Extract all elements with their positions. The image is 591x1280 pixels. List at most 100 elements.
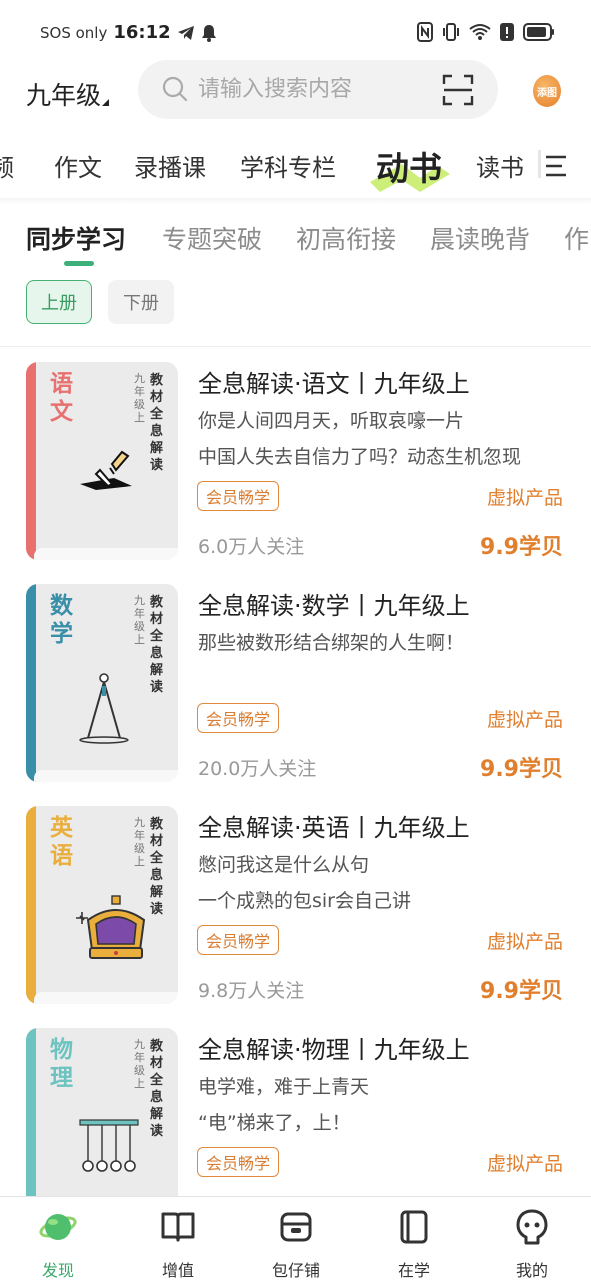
nav-item[interactable]: 增值 xyxy=(138,1203,218,1280)
shop-icon xyxy=(276,1207,316,1247)
crown-icon xyxy=(74,894,158,968)
product-description: 中国人失去自信力了吗？动态生机忽现 xyxy=(198,446,522,468)
member-badge: 会员畅学 xyxy=(197,1147,280,1177)
section-divider xyxy=(0,198,591,204)
clock: 16:12 xyxy=(113,22,171,43)
product-description: “电”梯来了，上！ xyxy=(198,1112,351,1134)
cover-series-text: 教材全息解读 xyxy=(150,1039,164,1139)
cover-subject: 数学 xyxy=(50,593,73,647)
alert-icon xyxy=(500,23,514,41)
category-tab[interactable]: 作文 xyxy=(54,148,102,183)
nfc-icon xyxy=(417,22,433,42)
header: 九年级 添图 xyxy=(0,60,591,120)
product-description: 电学难，难于上青天 xyxy=(198,1076,370,1098)
product-cover[interactable]: 数学 九年级上 教材全息解读 xyxy=(26,584,178,782)
cover-stripe xyxy=(26,362,36,560)
sub-tabs: 同步学习 专题突破 初高衔接 晨读晚背作 xyxy=(0,218,591,264)
cover-grade-text: 九年级上 xyxy=(134,372,145,424)
vibrate-icon xyxy=(443,23,459,41)
product-title: 全息解读·语文丨九年级上 xyxy=(198,370,470,398)
product-price: 9.9学贝 xyxy=(480,757,563,782)
product-price: 9.9学贝 xyxy=(480,979,563,1004)
nav-item[interactable]: 包仔铺 xyxy=(256,1203,336,1280)
menu-icon xyxy=(546,155,566,177)
book-icon xyxy=(158,1207,198,1247)
product-title: 全息解读·英语丨九年级上 xyxy=(198,814,470,842)
category-tab[interactable]: 录播课 xyxy=(134,148,206,183)
category-tab[interactable]: 频 xyxy=(0,148,14,183)
product-title: 全息解读·物理丨九年级上 xyxy=(198,1036,470,1064)
list-divider xyxy=(0,346,591,347)
search-icon xyxy=(162,76,188,102)
avatar[interactable]: 添图 xyxy=(533,75,561,107)
nav-label: 在学 xyxy=(397,1261,430,1280)
product-type: 虚拟产品 xyxy=(486,931,563,953)
member-badge: 会员畅学 xyxy=(197,481,280,511)
category-tab[interactable]: 动书 xyxy=(376,142,442,190)
product-type: 虚拟产品 xyxy=(486,709,563,731)
follower-count: 9.8万人关注 xyxy=(198,980,305,1002)
cover-stripe xyxy=(26,806,36,1004)
member-badge: 会员畅学 xyxy=(197,925,280,955)
volume-up-button[interactable]: 上册 xyxy=(26,280,92,324)
scan-icon[interactable] xyxy=(442,74,474,106)
cover-page-edge xyxy=(34,992,178,1004)
sub-tab[interactable]: 专题突破 xyxy=(162,220,262,256)
search-bar[interactable] xyxy=(138,60,498,119)
product-description: 你是人间四月天，听取哀嚎一片 xyxy=(198,410,465,432)
product-description: 一个成熟的包sir会自己讲 xyxy=(198,890,411,912)
nav-label: 发现 xyxy=(41,1261,74,1280)
sub-tab[interactable]: 晨读晚背 xyxy=(430,220,530,256)
cover-grade-text: 九年级上 xyxy=(134,816,145,868)
bottom-nav: 发现 增值 包仔铺 在学 我的 xyxy=(0,1196,591,1280)
category-tabs: 频 作文 录播课 学科专栏 动书 读书 xyxy=(0,140,591,192)
telegram-icon xyxy=(177,25,194,40)
notification-bell-icon xyxy=(201,24,216,42)
cover-subject: 物理 xyxy=(50,1037,73,1091)
follower-count: 6.0万人关注 xyxy=(198,536,305,558)
nav-label: 我的 xyxy=(515,1261,548,1280)
cover-series-text: 教材全息解读 xyxy=(150,373,164,473)
follower-count: 20.0万人关注 xyxy=(198,758,317,780)
grade-selector[interactable]: 九年级 xyxy=(26,76,110,112)
cover-grade-text: 九年级上 xyxy=(134,1038,145,1090)
member-badge: 会员畅学 xyxy=(197,703,280,733)
product-cover[interactable]: 英语 九年级上 教材全息解读 xyxy=(26,806,178,1004)
category-tab[interactable]: 学科专栏 xyxy=(240,148,336,183)
product-type: 虚拟产品 xyxy=(486,1153,563,1175)
cover-grade-text: 九年级上 xyxy=(134,594,145,646)
cover-subject: 语文 xyxy=(50,371,73,425)
nav-label: 包仔铺 xyxy=(271,1261,320,1280)
status-bar: SOS only 16:12 xyxy=(0,0,591,62)
cover-page-edge xyxy=(34,770,178,782)
grade-label: 九年级 xyxy=(26,81,102,110)
newtons-cradle-icon xyxy=(74,1116,144,1180)
category-tab[interactable]: 读书 xyxy=(476,148,524,183)
product-cover[interactable]: 语文 九年级上 教材全息解读 xyxy=(26,362,178,560)
product-title: 全息解读·数学丨九年级上 xyxy=(198,592,470,620)
avatar-text: 添图 xyxy=(537,87,557,99)
product-price: 9.9学贝 xyxy=(480,535,563,560)
sub-tab[interactable]: 初高衔接 xyxy=(296,220,396,256)
product-type: 虚拟产品 xyxy=(486,487,563,509)
product-card[interactable]: 英语 九年级上 教材全息解读 全息解读·英语丨九年级上 憋问我这是什么从句 一个成熟的包s… xyxy=(0,806,591,1006)
volume-down-button[interactable]: 下册 xyxy=(108,280,174,324)
nav-item[interactable]: 我的 xyxy=(492,1203,572,1280)
sub-tab[interactable]: 作 xyxy=(564,220,589,256)
caret-down-icon xyxy=(102,99,110,106)
sub-tab[interactable]: 同步学习 xyxy=(26,220,126,256)
cover-subject: 英语 xyxy=(50,815,73,869)
cover-series-text: 教材全息解读 xyxy=(150,595,164,695)
compass-icon xyxy=(74,672,134,756)
product-card[interactable]: 数学 九年级上 教材全息解读 全息解读·数学丨九年级上 那些被数形结合绑架的人生啊！ 会员… xyxy=(0,584,591,784)
search-input[interactable] xyxy=(198,72,418,106)
menu-divider xyxy=(538,150,541,178)
nav-item[interactable]: 在学 xyxy=(374,1203,454,1280)
nav-label: 增值 xyxy=(161,1261,194,1280)
wifi-icon xyxy=(469,24,491,40)
planet-icon xyxy=(38,1207,78,1247)
battery-icon xyxy=(523,23,554,41)
nav-item[interactable]: 发现 xyxy=(18,1203,98,1280)
cover-stripe xyxy=(26,584,36,782)
product-card[interactable]: 语文 九年级上 教材全息解读 全息解读·语文丨九年级上你是人间四月天，听取哀嚎一片中国… xyxy=(0,362,591,562)
